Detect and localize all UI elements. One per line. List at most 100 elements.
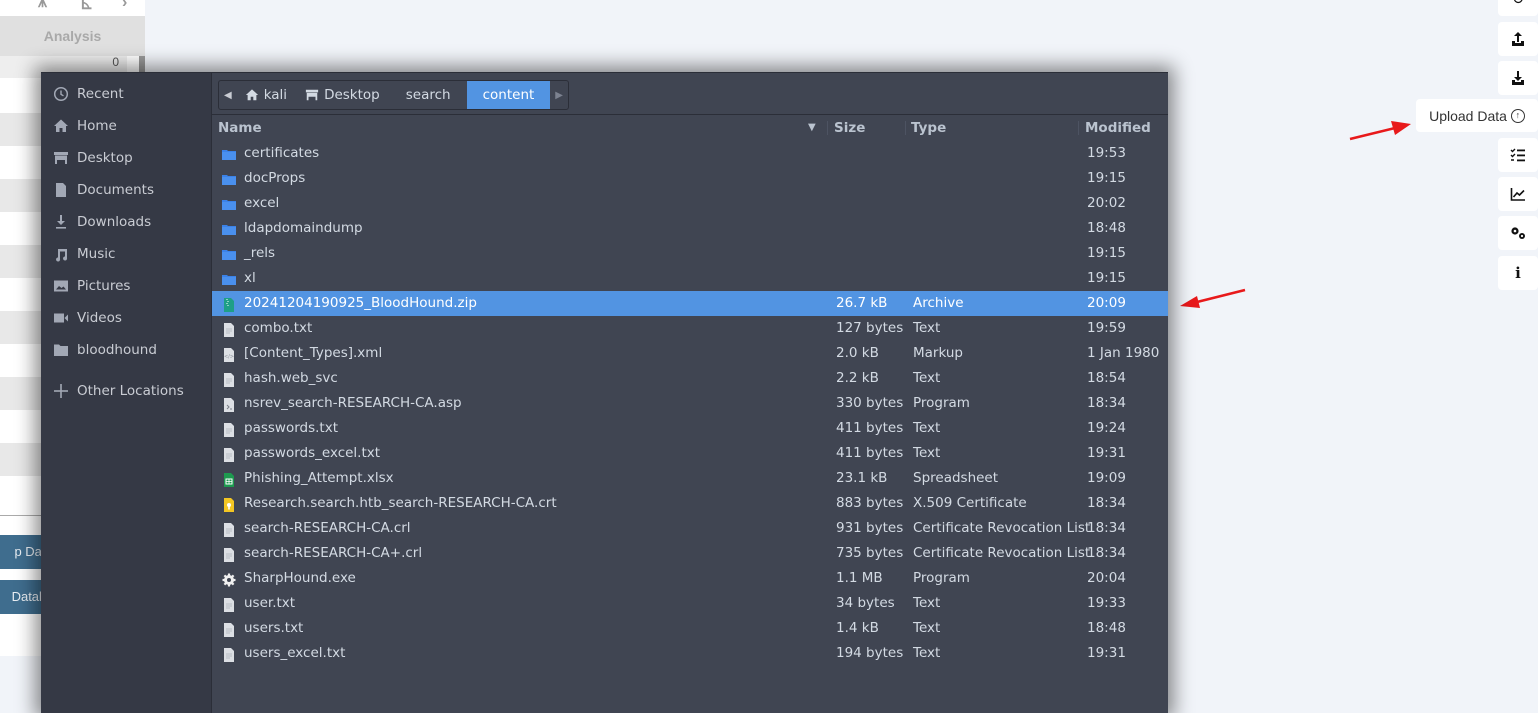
file-row[interactable]: Research.search.htb_search-RESEARCH-CA.c…	[212, 491, 1168, 516]
file-modified: 18:34	[1087, 495, 1126, 511]
place-music[interactable]: Music	[41, 238, 211, 270]
document-icon	[53, 182, 69, 198]
import-button[interactable]	[1498, 61, 1538, 95]
file-type: Program	[913, 570, 970, 586]
file-name: SharpHound.exe	[244, 570, 356, 586]
file-size: 330 bytes	[836, 395, 904, 411]
file-name: ldapdomaindump	[244, 220, 363, 236]
home-icon	[245, 89, 258, 101]
separator	[212, 114, 1168, 115]
folder-row[interactable]: docProps 19:15	[212, 166, 1168, 191]
path-search[interactable]: search	[390, 81, 467, 109]
node-info-icon[interactable]: ⊾	[80, 0, 93, 14]
file-size: 34 bytes	[836, 595, 895, 611]
place-downloads[interactable]: Downloads	[41, 206, 211, 238]
place-bloodhound[interactable]: bloodhound	[41, 334, 211, 366]
export-button[interactable]	[1498, 22, 1538, 56]
column-type[interactable]: Type	[911, 117, 946, 139]
file-type: Certificate Revocation List	[913, 545, 1091, 561]
file-name: Research.search.htb_search-RESEARCH-CA.c…	[244, 495, 557, 511]
path-back-button[interactable]: ◀	[219, 81, 237, 109]
file-row[interactable]: </> [Content_Types].xml 2.0 kB Markup 1 Jan …	[212, 341, 1168, 366]
file-type: Text	[913, 320, 941, 336]
folder-icon	[222, 271, 236, 285]
column-size[interactable]: Size	[834, 117, 865, 139]
file-row[interactable]: passwords_excel.txt 411 bytes Text 19:31	[212, 441, 1168, 466]
file-size: 411 bytes	[836, 420, 904, 436]
place-label: Home	[77, 118, 117, 134]
place-desktop[interactable]: Desktop	[41, 142, 211, 174]
file-row[interactable]: search-RESEARCH-CA.crl 931 bytes Certifica…	[212, 516, 1168, 541]
folder-row[interactable]: certificates 19:53	[212, 141, 1168, 166]
column-modified[interactable]: Modified	[1085, 117, 1151, 139]
file-list: certificates 19:53 docProps 19:15 excel 20:02…	[212, 141, 1168, 666]
file-row[interactable]: combo.txt 127 bytes Text 19:59	[212, 316, 1168, 341]
refresh-icon: ↻	[1512, 0, 1525, 8]
text-file-icon	[222, 546, 236, 562]
place-documents[interactable]: Documents	[41, 174, 211, 206]
upload-circle-icon: ↑	[1510, 108, 1525, 123]
path-desktop[interactable]: Desktop	[297, 81, 390, 109]
file-row[interactable]: hash.web_svc 2.2 kB Text 18:54	[212, 366, 1168, 391]
file-size: 411 bytes	[836, 445, 904, 461]
file-row[interactable]: Phishing_Attempt.xlsx 23.1 kB Spreadsheet 1…	[212, 466, 1168, 491]
text-file-icon	[222, 371, 236, 387]
folder-row[interactable]: ldapdomaindump 18:48	[212, 216, 1168, 241]
refresh-button[interactable]: ↻	[1498, 0, 1538, 16]
file-row[interactable]: user.txt 34 bytes Text 19:33	[212, 591, 1168, 616]
file-row[interactable]: passwords.txt 411 bytes Text 19:24	[212, 416, 1168, 441]
file-modified: 18:48	[1087, 620, 1126, 636]
path-forward-button[interactable]: ▶	[550, 81, 568, 109]
chart-button[interactable]	[1498, 177, 1538, 211]
upload-data-button[interactable]: Upload Data ↑	[1416, 99, 1538, 132]
file-modified: 20:04	[1087, 570, 1126, 586]
video-icon	[53, 310, 69, 326]
tab-analysis[interactable]: Analysis	[0, 16, 145, 56]
place-other-locations[interactable]: Other Locations	[41, 375, 211, 407]
file-row[interactable]: users.txt 1.4 kB Text 18:48	[212, 616, 1168, 641]
folder-icon	[222, 221, 236, 235]
file-size: 2.0 kB	[836, 345, 879, 361]
folder-row[interactable]: xl 19:15	[212, 266, 1168, 291]
file-name: docProps	[244, 170, 306, 186]
file-name: [Content_Types].xml	[244, 345, 383, 361]
text-file-icon	[222, 521, 236, 537]
chart-icon	[1510, 188, 1525, 201]
file-row[interactable]: search-RESEARCH-CA+.crl 735 bytes Certific…	[212, 541, 1168, 566]
file-modified: 19:33	[1087, 595, 1126, 611]
file-modified: 19:15	[1087, 170, 1126, 186]
file-type: Spreadsheet	[913, 470, 999, 486]
file-row[interactable]: users_excel.txt 194 bytes Text 19:31	[212, 641, 1168, 666]
column-separator[interactable]	[827, 121, 828, 135]
info-button[interactable]: i	[1498, 256, 1538, 290]
sort-descending-icon[interactable]: ▼	[808, 117, 816, 139]
text-file-icon	[222, 421, 236, 437]
column-separator[interactable]	[1078, 121, 1079, 135]
place-recent[interactable]: Recent	[41, 78, 211, 110]
text-file-icon	[222, 621, 236, 637]
download-icon	[53, 214, 69, 230]
folder-row[interactable]: _rels 19:15	[212, 241, 1168, 266]
folder-row[interactable]: excel 20:02	[212, 191, 1168, 216]
file-modified: 19:15	[1087, 270, 1126, 286]
annotation-arrow-file	[1180, 288, 1246, 308]
file-row[interactable]: SharpHound.exe 1.1 MB Program 20:04	[212, 566, 1168, 591]
database-icon[interactable]: ⩚	[38, 0, 47, 12]
queries-icon[interactable]: ›	[122, 0, 127, 12]
query-list-button[interactable]	[1498, 138, 1538, 172]
column-name[interactable]: Name	[218, 117, 262, 139]
file-browser-pane: ◀ kali Desktop search content ▶ Name ▼ S…	[212, 73, 1168, 713]
file-name: _rels	[244, 245, 276, 261]
path-kali[interactable]: kali	[237, 81, 297, 109]
file-type: X.509 Certificate	[913, 495, 1027, 511]
file-row[interactable]: nsrev_search-RESEARCH-CA.asp 330 bytes Pro…	[212, 391, 1168, 416]
place-pictures[interactable]: Pictures	[41, 270, 211, 302]
place-home[interactable]: Home	[41, 110, 211, 142]
column-separator[interactable]	[905, 121, 906, 135]
settings-button[interactable]	[1498, 216, 1538, 250]
place-videos[interactable]: Videos	[41, 302, 211, 334]
place-label: Desktop	[77, 150, 133, 166]
file-row[interactable]: 20241204190925_BloodHound.zip 26.7 kB Arch…	[212, 291, 1168, 316]
file-size: 194 bytes	[836, 645, 904, 661]
path-content[interactable]: content	[466, 81, 551, 109]
